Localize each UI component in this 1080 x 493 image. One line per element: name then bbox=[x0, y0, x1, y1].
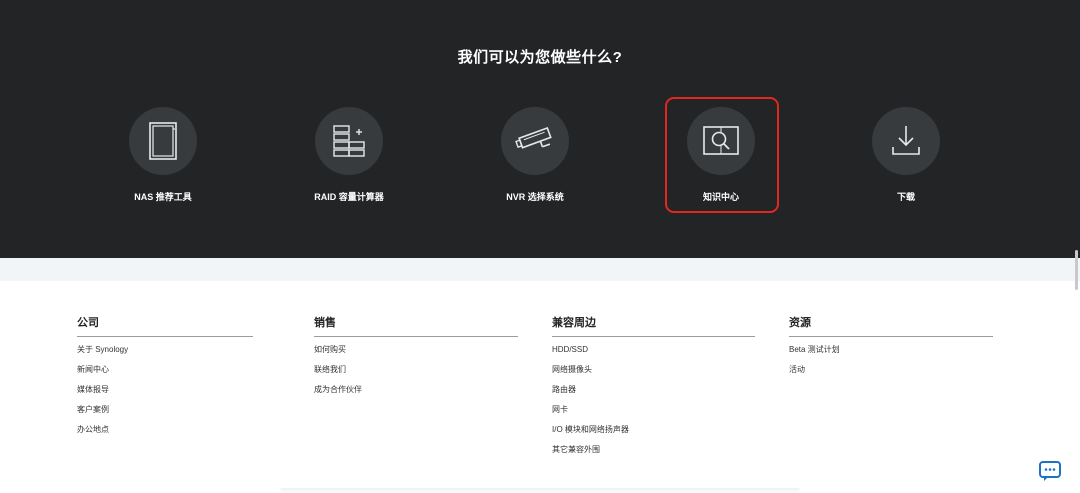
footer-column-resources: 资源 Beta 测试计划 活动 bbox=[789, 314, 993, 385]
column-divider bbox=[314, 336, 518, 337]
footer-link[interactable]: 办公地点 bbox=[77, 425, 253, 445]
footer-link[interactable]: 其它兼容外围 bbox=[552, 445, 755, 465]
footer-link[interactable]: 路由器 bbox=[552, 385, 755, 405]
footer-column-sales: 销售 如何购买 联络我们 成为合作伙伴 bbox=[314, 314, 518, 405]
footer-link[interactable]: 关于 Synology bbox=[77, 345, 253, 365]
security-camera-icon bbox=[501, 107, 569, 175]
tool-label: 下载 bbox=[896, 192, 915, 202]
tool-raid-calculator[interactable]: RAID 容量计算器 bbox=[269, 107, 429, 207]
footer-link[interactable]: 如何购买 bbox=[314, 345, 518, 365]
footer-column-title: 销售 bbox=[314, 317, 336, 329]
footer-link[interactable]: 媒体报导 bbox=[77, 385, 253, 405]
footer-column-company: 公司 关于 Synology 新闻中心 媒体报导 客户案例 办公地点 bbox=[77, 314, 253, 445]
tool-label: NAS 推荐工具 bbox=[134, 192, 192, 202]
footer-column-title: 资源 bbox=[789, 317, 811, 329]
bottom-fade bbox=[280, 488, 800, 493]
tool-label: RAID 容量计算器 bbox=[314, 192, 384, 202]
tool-nvr-selector[interactable]: NVR 选择系统 bbox=[455, 107, 615, 207]
footer-link[interactable]: I/O 模块和网络扬声器 bbox=[552, 425, 755, 445]
download-icon bbox=[872, 107, 940, 175]
chat-bubble-icon[interactable] bbox=[1038, 459, 1062, 483]
footer-link[interactable]: 网卡 bbox=[552, 405, 755, 425]
footer-link[interactable]: 活动 bbox=[789, 365, 993, 385]
footer-column-title: 兼容周边 bbox=[552, 317, 596, 329]
footer-link[interactable]: 客户案例 bbox=[77, 405, 253, 425]
column-divider bbox=[552, 336, 755, 337]
tool-label: NVR 选择系统 bbox=[506, 192, 564, 202]
raid-drives-icon bbox=[315, 107, 383, 175]
tool-nas-advisor[interactable]: NAS 推荐工具 bbox=[83, 107, 243, 207]
footer-column-title: 公司 bbox=[77, 317, 99, 329]
nas-device-icon bbox=[129, 107, 197, 175]
footer-link[interactable]: 成为合作伙伴 bbox=[314, 385, 518, 405]
footer-link[interactable]: 联络我们 bbox=[314, 365, 518, 385]
page-scrollbar[interactable] bbox=[1075, 250, 1078, 290]
tool-download[interactable]: 下载 bbox=[826, 107, 986, 207]
section-divider-band bbox=[0, 258, 1080, 281]
column-divider bbox=[77, 336, 253, 337]
tools-section: 我们可以为您做些什么? NAS 推荐工具 RAID 容量计算器 NVR 选择系统… bbox=[0, 0, 1080, 258]
column-divider bbox=[789, 336, 993, 337]
footer-link[interactable]: 网络摄像头 bbox=[552, 365, 755, 385]
footer-column-compatible-peripherals: 兼容周边 HDD/SSD 网络摄像头 路由器 网卡 I/O 模块和网络扬声器 其… bbox=[552, 314, 755, 465]
footer-link[interactable]: HDD/SSD bbox=[552, 345, 755, 365]
section-heading: 我们可以为您做些什么? bbox=[457, 49, 623, 66]
selected-tool-highlight bbox=[665, 97, 779, 213]
footer-link[interactable]: Beta 测试计划 bbox=[789, 345, 993, 365]
footer-link[interactable]: 新闻中心 bbox=[77, 365, 253, 385]
